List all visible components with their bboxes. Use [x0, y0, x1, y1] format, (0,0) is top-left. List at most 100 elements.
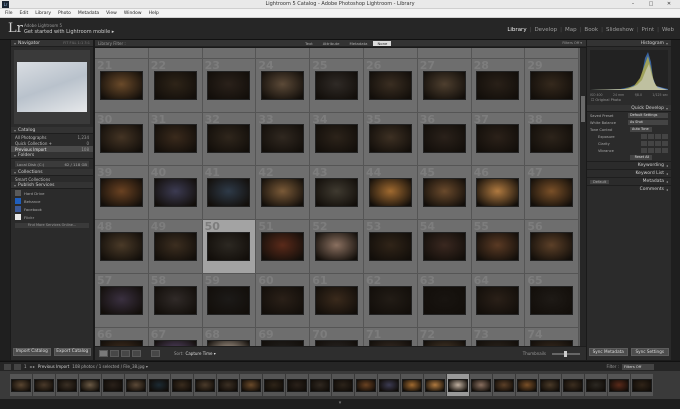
module-library[interactable]: Library: [507, 27, 526, 33]
grid-cell[interactable]: 22: [148, 58, 203, 113]
filmstrip-thumbnail[interactable]: [539, 374, 561, 396]
photo-thumbnail[interactable]: [530, 124, 574, 154]
grid-cell[interactable]: 56: [525, 220, 580, 274]
filmstrip-source[interactable]: Previous Import: [38, 364, 69, 369]
grid-scrollbar[interactable]: [580, 48, 586, 346]
photo-thumbnail[interactable]: [530, 232, 574, 262]
photo-thumbnail[interactable]: [207, 339, 251, 346]
filmstrip-filter-dropdown[interactable]: Filters Off: [622, 363, 654, 370]
filmstrip-thumbnail[interactable]: [608, 374, 630, 396]
filmstrip-thumbnail[interactable]: [493, 374, 515, 396]
photo-thumbnail[interactable]: [368, 124, 412, 154]
menu-edit[interactable]: Edit: [20, 11, 29, 16]
module-print[interactable]: Print: [641, 27, 654, 33]
filmstrip-thumbnail[interactable]: [148, 374, 170, 396]
photo-thumbnail[interactable]: [207, 70, 251, 100]
filmstrip-thumbnail[interactable]: [10, 374, 32, 396]
photo-thumbnail[interactable]: [261, 70, 305, 100]
filmstrip-nav-arrows[interactable]: ◂ ▸: [30, 364, 35, 369]
grid-cell[interactable]: 69: [256, 327, 311, 346]
grid-cell[interactable]: 42: [256, 166, 311, 221]
grid-cell[interactable]: 54: [417, 220, 472, 274]
filmstrip-thumbnail[interactable]: [56, 374, 78, 396]
grid-cell[interactable]: 35: [363, 112, 418, 167]
photo-thumbnail[interactable]: [99, 339, 143, 346]
survey-view-button[interactable]: [132, 350, 141, 357]
filmstrip-thumbnail[interactable]: [79, 374, 101, 396]
photo-thumbnail[interactable]: [153, 339, 197, 346]
grid-cell[interactable]: 60: [256, 273, 311, 328]
photo-thumbnail[interactable]: [261, 339, 305, 346]
photo-thumbnail[interactable]: [476, 70, 520, 100]
menu-window[interactable]: Window: [124, 11, 142, 16]
filmstrip-thumbnail[interactable]: [424, 374, 446, 396]
grid-cell[interactable]: 58: [148, 273, 203, 328]
grid-cell[interactable]: 47: [525, 166, 580, 221]
reset-all-button[interactable]: Reset All: [630, 155, 652, 160]
grid-cell[interactable]: 74: [525, 327, 580, 346]
photo-thumbnail[interactable]: [315, 232, 359, 262]
grid-cell[interactable]: 72: [417, 327, 472, 346]
quick-develop-header[interactable]: Quick Develop ▾: [587, 105, 671, 112]
filmstrip-thumbnail[interactable]: [240, 374, 262, 396]
photo-thumbnail[interactable]: [99, 178, 143, 208]
find-more-services-button[interactable]: Find More Services Online...: [15, 223, 89, 228]
filmstrip-thumbnail[interactable]: [631, 374, 653, 396]
grid-cell[interactable]: 55: [471, 220, 526, 274]
grid-cell[interactable]: 29: [525, 58, 580, 113]
publish-services-header[interactable]: ▾ Publish Services: [11, 182, 93, 189]
secondary-window-button[interactable]: [4, 363, 11, 370]
grid-cell[interactable]: 20: [525, 48, 580, 59]
menu-help[interactable]: Help: [149, 11, 159, 16]
clarity-buttons[interactable]: [641, 141, 668, 146]
navigator-preview[interactable]: [14, 50, 90, 124]
photo-thumbnail[interactable]: [476, 124, 520, 154]
grid-cell[interactable]: 51: [256, 220, 311, 274]
get-started-link[interactable]: Get started with Lightroom mobile ▸: [24, 29, 114, 35]
grid-cell[interactable]: 53: [363, 220, 418, 274]
filter-tab-attribute[interactable]: Attribute: [319, 41, 344, 46]
photo-thumbnail[interactable]: [368, 70, 412, 100]
filmstrip-thumbnail[interactable]: [516, 374, 538, 396]
grid-cell[interactable]: 48: [95, 220, 149, 274]
publish-flickr[interactable]: Flickr: [11, 213, 93, 221]
folder-volume[interactable]: Local Disk (C:) 62 / 118 GB: [15, 161, 89, 167]
grid-cell[interactable]: 15: [256, 48, 311, 59]
grid-cell[interactable]: 62: [363, 273, 418, 328]
grid-cell[interactable]: 65: [525, 273, 580, 328]
grid-cell[interactable]: 39: [95, 166, 149, 221]
filmstrip-thumbnail[interactable]: [33, 374, 55, 396]
menu-photo[interactable]: Photo: [58, 11, 71, 16]
filmstrip-thumbnail[interactable]: [562, 374, 584, 396]
grid-cell[interactable]: 46: [471, 166, 526, 221]
saved-preset-dropdown[interactable]: Default Settings: [628, 113, 668, 118]
grid-cell[interactable]: 33: [256, 112, 311, 167]
grid-cell[interactable]: 66: [95, 327, 149, 346]
auto-tone-button[interactable]: Auto Tone: [630, 127, 652, 132]
photo-thumbnail[interactable]: [315, 124, 359, 154]
module-slideshow[interactable]: Slideshow: [606, 27, 634, 33]
metadata-header[interactable]: Default Metadata ◂: [587, 177, 671, 185]
grid-cell[interactable]: 31: [148, 112, 203, 167]
photo-thumbnail[interactable]: [207, 285, 251, 315]
grid-cell[interactable]: 27: [417, 58, 472, 113]
photo-thumbnail[interactable]: [315, 70, 359, 100]
grid-cell[interactable]: 61: [310, 273, 364, 328]
original-photo-checkbox[interactable]: ☐ Original Photo: [587, 97, 671, 103]
module-map[interactable]: Map: [565, 27, 577, 33]
photo-thumbnail[interactable]: [422, 70, 466, 100]
grid-cell[interactable]: 16: [310, 48, 364, 59]
grid-cell[interactable]: 17: [363, 48, 418, 59]
import-catalog-button[interactable]: Import Catalog: [13, 348, 51, 356]
grid-button[interactable]: [14, 363, 21, 370]
comments-header[interactable]: Comments ◂: [587, 185, 671, 193]
export-catalog-button[interactable]: Export Catalog: [53, 348, 91, 356]
module-book[interactable]: Book: [584, 27, 598, 33]
photo-thumbnail[interactable]: [422, 285, 466, 315]
sync-metadata-button[interactable]: Sync Metadata: [589, 348, 628, 356]
photo-thumbnail[interactable]: [315, 285, 359, 315]
photo-thumbnail[interactable]: [207, 178, 251, 208]
grid-cell[interactable]: 68: [202, 327, 257, 346]
photo-thumbnail[interactable]: [368, 285, 412, 315]
close-button[interactable]: ✕: [661, 1, 677, 8]
